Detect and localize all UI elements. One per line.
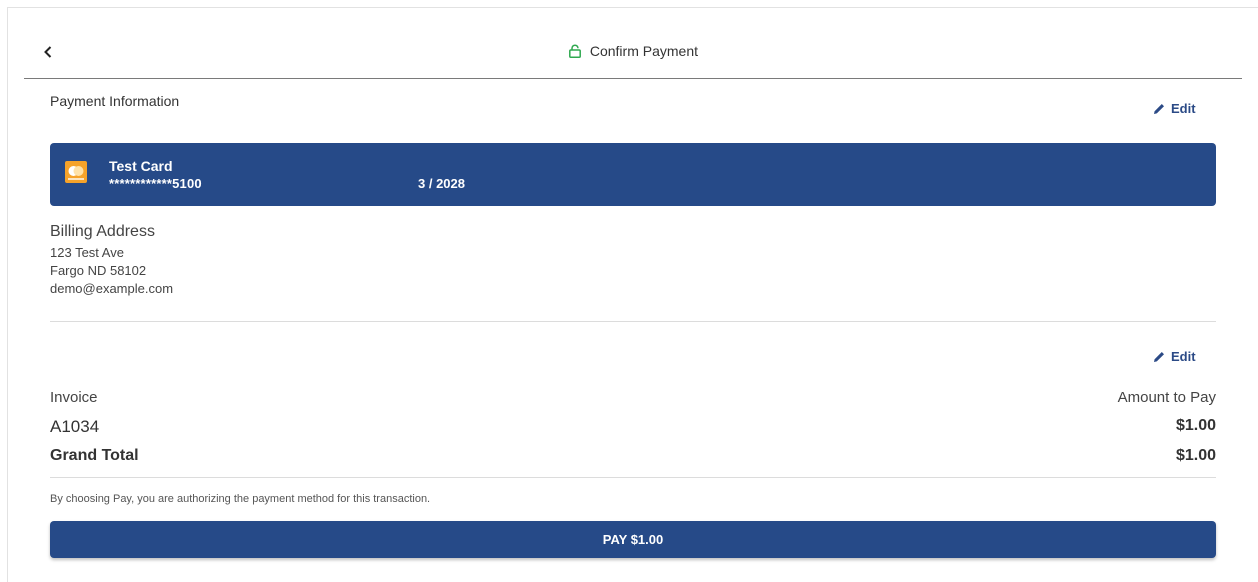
edit-invoice-button[interactable]: Edit (1152, 349, 1196, 364)
divider (50, 477, 1216, 478)
grand-total-value: $1.00 (1175, 447, 1216, 464)
edit-invoice-label: Edit (1171, 349, 1196, 364)
divider (50, 321, 1216, 322)
edit-payment-button[interactable]: Edit (1152, 101, 1196, 116)
page-title: Confirm Payment (24, 43, 1242, 59)
lock-icon (569, 44, 581, 58)
invoice-column-header: Invoice (50, 389, 98, 406)
card-number: ************5100 (109, 176, 202, 191)
payment-information-label: Payment Information (50, 93, 180, 109)
billing-address-heading: Billing Address (50, 223, 155, 240)
pencil-icon (1154, 351, 1164, 362)
amount-column-header: Amount to Pay (1117, 389, 1216, 406)
edit-payment-label: Edit (1171, 101, 1196, 116)
page-title-text: Confirm Payment (589, 43, 699, 59)
billing-city-state-zip: Fargo ND 58102 (50, 263, 147, 278)
payment-card[interactable]: Test Card ************5100 3 / 2028 (50, 143, 1216, 206)
billing-email: demo@example.com (50, 281, 174, 296)
card-name: Test Card (109, 158, 173, 174)
invoice-amount: $1.00 (1175, 417, 1216, 434)
billing-address: Billing Address 123 Test Ave Fargo ND 58… (50, 223, 173, 298)
page-header: Confirm Payment (24, 30, 1242, 79)
invoice-id: A1034 (50, 417, 100, 436)
billing-street: 123 Test Ave (50, 245, 124, 260)
mastercard-icon (65, 161, 87, 183)
card-expiry: 3 / 2028 (418, 176, 465, 191)
pencil-icon (1154, 103, 1164, 114)
pay-button[interactable]: PAY $1.00 (50, 521, 1216, 558)
authorization-disclaimer: By choosing Pay, you are authorizing the… (50, 493, 431, 505)
grand-total-label: Grand Total (50, 447, 139, 464)
